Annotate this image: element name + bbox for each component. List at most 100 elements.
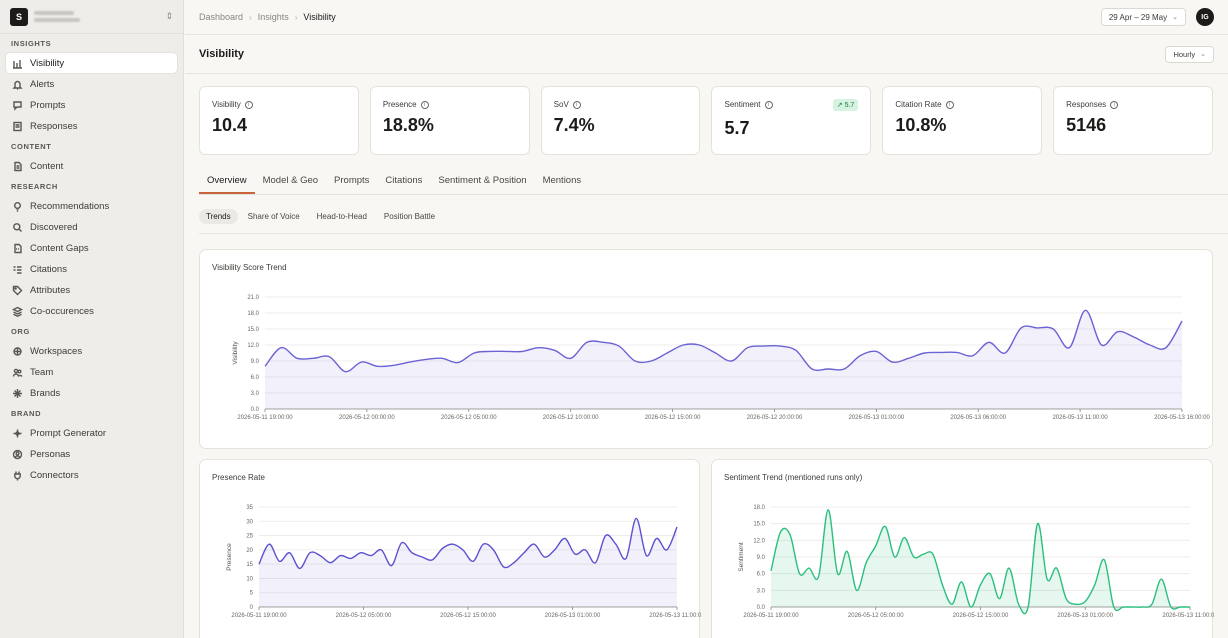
x-tick-label: 2026-05-11 19:00:00 — [237, 415, 293, 421]
subtab-trends[interactable]: Trends — [199, 209, 238, 224]
y-axis-label: Visibility — [232, 341, 239, 365]
workspace-switcher[interactable]: S ⇕ — [0, 0, 183, 34]
sidebar-item-label: Co-occurences — [30, 305, 94, 317]
message-icon — [12, 100, 23, 111]
series-area — [259, 518, 677, 607]
sidebar-item-prompt-generator[interactable]: Prompt Generator — [6, 423, 177, 443]
breadcrumb-insights[interactable]: Insights — [258, 12, 289, 22]
sidebar-item-team[interactable]: Team — [6, 362, 177, 382]
series-area — [771, 509, 1190, 614]
tab-model-geo[interactable]: Model & Geo — [255, 170, 326, 194]
sidebar-item-label: Attributes — [30, 284, 71, 296]
sidebar-item-responses[interactable]: Responses — [6, 116, 177, 136]
sidebar-item-label: Alerts — [30, 78, 55, 90]
topbar: Dashboard › Insights › Visibility 29 Apr… — [185, 0, 1228, 35]
sidebar-item-content[interactable]: Content — [6, 156, 177, 176]
sidebar-item-attributes[interactable]: Attributes — [6, 280, 177, 300]
y-tick-label: 0.0 — [251, 407, 260, 413]
sidebar-item-recommendations[interactable]: Recommendations — [6, 196, 177, 216]
info-icon[interactable]: i — [764, 100, 773, 109]
sidebar-item-label: Team — [30, 366, 54, 378]
sidebar-item-alerts[interactable]: Alerts — [6, 74, 177, 94]
sidebar-item-label: Connectors — [30, 469, 79, 481]
trend-up-icon: ↗ — [836, 102, 843, 109]
subtab-head-to-head[interactable]: Head-to-Head — [310, 209, 374, 224]
subtab-position-battle[interactable]: Position Battle — [377, 209, 442, 224]
y-tick-label: 12.0 — [753, 538, 765, 544]
kpi-label: Citation Rate — [895, 100, 942, 109]
tab-citations[interactable]: Citations — [377, 170, 430, 194]
sidebar-item-discovered[interactable]: Discovered — [6, 217, 177, 237]
main-area: Dashboard › Insights › Visibility 29 Apr… — [185, 0, 1228, 638]
sidebar-item-co-occurences[interactable]: Co-occurences — [6, 301, 177, 321]
sidebar-section-research: RESEARCH — [11, 182, 58, 191]
kpi-value: 7.4% — [553, 115, 595, 135]
sidebar-item-label: Brands — [30, 387, 61, 399]
plug-icon — [12, 470, 23, 481]
sidebar-item-visibility[interactable]: Visibility — [6, 53, 177, 73]
x-tick-label: 2026-05-13 06:00:00 — [950, 415, 1006, 421]
chevron-down-icon: ⌄ — [1172, 14, 1178, 21]
kpi-value: 18.8% — [382, 115, 434, 135]
x-tick-label: 2026-05-13 11:00:00 — [649, 613, 701, 619]
avatar[interactable]: IG — [1196, 8, 1214, 26]
info-icon[interactable]: i — [945, 100, 954, 109]
kpi-card-sentiment: Sentiment i ↗ 5.7 5.7 — [711, 86, 872, 155]
y-tick-label: 6.0 — [251, 375, 260, 381]
sidebar-item-label: Recommendations — [30, 200, 110, 212]
tab-mentions[interactable]: Mentions — [535, 170, 590, 194]
sidebar-item-prompts[interactable]: Prompts — [6, 95, 177, 115]
x-tick-label: 2026-05-12 05:00:00 — [441, 415, 497, 421]
trend-badge: ↗ 5.7 — [832, 99, 859, 111]
sidebar-item-citations[interactable]: Citations — [6, 259, 177, 279]
sidebar-item-brands[interactable]: Brands — [6, 383, 177, 403]
granularity-select[interactable]: Hourly ⌄ — [1165, 45, 1214, 63]
sidebar-item-label: Citations — [30, 263, 67, 275]
y-tick-label: 18.0 — [753, 505, 765, 511]
main-tabs: Overview Model & Geo Prompts Citations S… — [199, 170, 1228, 195]
chevron-down-icon: ⌄ — [1200, 51, 1206, 58]
list-quote-icon — [12, 264, 23, 275]
granularity-label: Hourly — [1173, 49, 1196, 59]
sidebar-item-personas[interactable]: Personas — [6, 444, 177, 464]
tab-sentiment-position[interactable]: Sentiment & Position — [430, 170, 534, 194]
sidebar-item-connectors[interactable]: Connectors — [6, 465, 177, 485]
sidebar-section-insights: INSIGHTS — [11, 39, 52, 48]
kpi-label: Responses — [1066, 100, 1107, 109]
chevron-updown-icon: ⇕ — [165, 11, 173, 21]
sentiment-trend-chart: 18.0 15.0 12.0 9.0 6.0 3.0 0.0 Sentiment 2026-05… — [738, 505, 1214, 619]
sentiment-trend-card: Sentiment Trend (mentioned runs only) 18… — [711, 459, 1214, 638]
info-icon[interactable]: i — [420, 100, 429, 109]
layers-icon — [12, 306, 23, 317]
x-tick-label: 2026-05-12 00:00:00 — [339, 415, 395, 421]
kpi-label: Presence — [382, 100, 417, 109]
y-tick-label: 9.0 — [757, 555, 766, 561]
sidebar-item-content-gaps[interactable]: Content Gaps — [6, 238, 177, 258]
info-icon[interactable]: i — [244, 100, 253, 109]
document-icon — [12, 121, 23, 132]
y-tick-label: 15.0 — [753, 522, 765, 528]
x-tick-label: 2026-05-13 01:00:00 — [848, 415, 904, 421]
tab-prompts[interactable]: Prompts — [326, 170, 377, 194]
workspace-icon — [12, 346, 23, 357]
kpi-card-responses: Responses i 5146 — [1053, 86, 1213, 155]
bell-icon — [12, 79, 23, 90]
breadcrumb-dashboard[interactable]: Dashboard — [199, 12, 243, 22]
info-icon[interactable]: i — [572, 100, 581, 109]
sidebar-item-workspaces[interactable]: Workspaces — [6, 341, 177, 361]
info-icon[interactable]: i — [1110, 100, 1119, 109]
kpi-value: 5146 — [1066, 115, 1107, 135]
date-range-label: 29 Apr – 29 May — [1108, 12, 1168, 22]
y-tick-label: 12.0 — [247, 343, 259, 349]
tab-overview[interactable]: Overview — [199, 170, 255, 194]
presence-rate-card: Presence Rate 35 30 25 20 15 10 5 0 Presence 2026… — [199, 459, 701, 638]
subtab-share-of-voice[interactable]: Share of Voice — [241, 209, 307, 224]
y-tick-label: 20 — [246, 548, 253, 554]
y-axis-label: Sentiment — [738, 542, 745, 571]
date-range-picker[interactable]: 29 Apr – 29 May ⌄ — [1100, 8, 1186, 26]
y-tick-label: 0 — [250, 605, 254, 611]
y-axis-label: Presence — [226, 543, 233, 571]
kpi-card-presence: Presence i 18.8% — [369, 86, 530, 155]
sidebar-item-label: Discovered — [30, 221, 78, 233]
visibility-trend-chart: 21.0 18.0 15.0 12.0 9.0 6.0 3.0 0.0 Visibility 20… — [232, 295, 1211, 421]
